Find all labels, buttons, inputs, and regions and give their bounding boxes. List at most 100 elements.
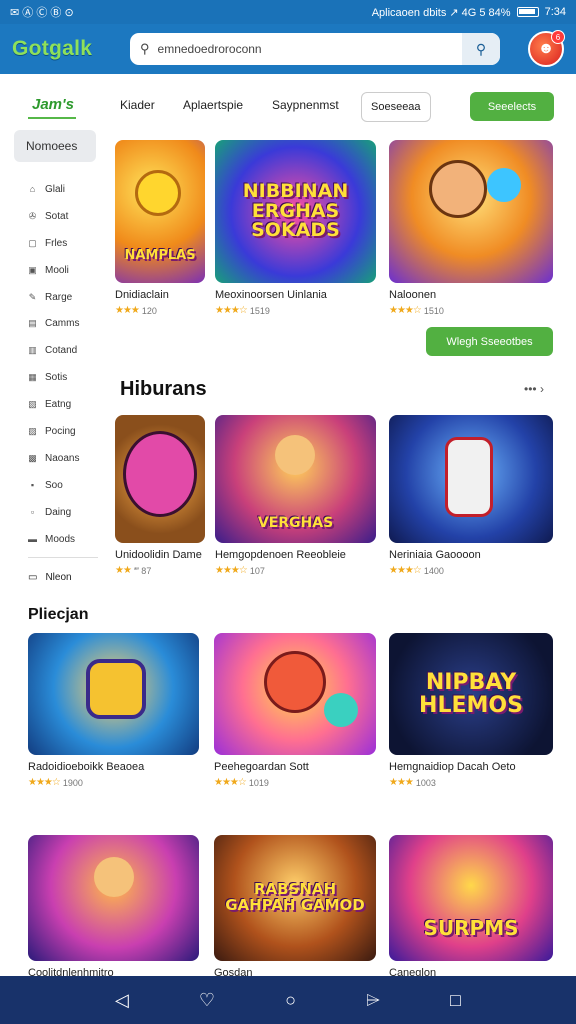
back-icon[interactable]: ◁ [115, 990, 129, 1011]
stars-icon: ★★★☆ [389, 565, 422, 576]
system-navigation-bar: ◁ ♡ ○ ⌲ □ [0, 976, 576, 1024]
sidebar-item[interactable]: ✎ Rarge [28, 284, 98, 311]
search-icon: ⚲ [475, 40, 487, 57]
game-card[interactable]: VERGHAS Hemgopdenoen Reeobleie ★★★☆ 107 [215, 415, 376, 576]
game-card[interactable]: SURPMS Caneglon [389, 835, 553, 980]
recent-apps-icon[interactable]: □ [450, 990, 461, 1011]
category-tabs: Kiader Aplaertspie Saypnenmst Soeseeaa S… [120, 92, 560, 122]
chat-icon[interactable]: ⌲ [366, 990, 380, 1011]
game-card[interactable]: RABSNAH GAHPAH GAMOD Gosdan [214, 835, 376, 980]
stars-icon: ★★★☆ [215, 305, 248, 316]
sidebar-item-icon: ▫ [30, 507, 35, 518]
game-thumbnail[interactable] [28, 835, 199, 961]
stars-icon: ★★★ [115, 305, 140, 316]
app-header: Gotgalk ⚲ emnedoedroroconn ⚲ ☻ 6 [0, 24, 576, 74]
section-more-arrow-icon[interactable]: ••• › [524, 382, 544, 396]
game-name: Meoxinoorsen Uinlania [215, 289, 327, 301]
sidebar-item[interactable]: ▪ Soo [28, 472, 98, 499]
sidebar-item-icon: ▣ [28, 264, 37, 275]
stars-icon: ★★ [115, 565, 132, 576]
search-icon: ⚲ [140, 41, 150, 56]
sidebar-item-active[interactable]: Nomoees [14, 130, 96, 162]
sidebar-item[interactable]: ⌂ Glali [28, 176, 98, 203]
sidebar-item-icon: ✎ [28, 291, 37, 302]
sidebar-item-label: Camms [45, 318, 80, 330]
sidebar-item-label: Rarge [45, 291, 73, 303]
stars-icon: ★★★ [389, 777, 414, 788]
game-name: Dnidiaclain [115, 289, 169, 301]
game-card[interactable]: NIPBAY HLEMOS Hemgnaidiop Dacah Oeto ★★★… [389, 633, 553, 788]
game-thumbnail[interactable] [214, 633, 376, 755]
sidebar-last-label: Nleon [45, 572, 72, 583]
game-thumbnail[interactable]: RABSNAH GAHPAH GAMOD [214, 835, 376, 961]
sidebar-item-label: Cotand [45, 345, 78, 357]
status-network-text: Aplicaoen dbits ↗ 4G 5 84% [371, 6, 511, 19]
game-card[interactable]: NAMPLAS Dnidiaclain ★★★ 120 [115, 140, 205, 316]
sidebar-last-icon: ▭ [28, 572, 38, 583]
sidebar-item[interactable]: ▩ Naoans [28, 445, 98, 472]
game-thumbnail[interactable] [28, 633, 199, 755]
orb-icon [324, 693, 358, 727]
sidebar-item[interactable]: ▬ Moods [28, 526, 98, 553]
tab-4[interactable]: Soeseeaa [361, 92, 431, 122]
status-left: ✉ Ⓐ Ⓒ Ⓑ ⊙ [10, 4, 74, 20]
sidebar-item[interactable]: ▫ Daing [28, 499, 98, 526]
sidebar-item[interactable]: ▣ Mooli [28, 257, 98, 284]
sidebar-item-last[interactable]: ▭ Nleon [28, 572, 72, 583]
sidebar-item[interactable]: ✇ Sotat [28, 203, 98, 230]
tab-1[interactable]: Kiader [120, 98, 155, 112]
rating-value: 1003 [415, 777, 436, 788]
rating-value: 1510 [423, 305, 444, 316]
game-rating: ★★★☆ 1519 [215, 305, 376, 316]
game-name: Hemgnaidiop Dacah Oeto [389, 761, 516, 773]
tab-3[interactable]: Saypnenmst [272, 98, 339, 112]
game-thumbnail[interactable]: SURPMS [389, 835, 553, 961]
tab-2[interactable]: Aplaertspie [183, 98, 243, 112]
sidebar-item[interactable]: ▤ Camms [28, 310, 98, 337]
game-thumbnail[interactable] [389, 140, 553, 283]
game-card[interactable]: NIBBINAN ERGHAS SOKADS Meoxinoorsen Uinl… [215, 140, 376, 316]
game-thumbnail[interactable]: VERGHAS [215, 415, 376, 543]
thumbnail-art-text: NIBBINAN ERGHAS SOKADS [242, 179, 349, 242]
game-thumbnail[interactable]: NIPBAY HLEMOS [389, 633, 553, 755]
sidebar-item[interactable]: ▢ Frles [28, 230, 98, 257]
stars-icon: ★★★☆ [389, 305, 422, 316]
game-card[interactable]: Peehegoardan Sott ★★★☆ 1019 [214, 633, 376, 788]
sidebar-item-label: Pocing [45, 425, 76, 437]
search-bar[interactable]: ⚲ emnedoedroroconn ⚲ [130, 33, 500, 65]
tab-5-button[interactable]: Seeelects [470, 92, 554, 121]
blaster-icon [86, 659, 146, 719]
rating-value: 1900 [62, 777, 83, 788]
app-logo[interactable]: Gotgalk [12, 37, 120, 61]
home-icon[interactable]: ○ [285, 990, 296, 1011]
sidebar-list: ⌂ Glali ✇ Sotat ▢ Frles ▣ Mooli ✎ Rarge ▤ Camms ▥ Cot… [28, 176, 98, 552]
more-games-button[interactable]: Wlegh Sseeotbes [426, 327, 553, 356]
sidebar-item-icon: ▬ [28, 534, 37, 545]
search-button[interactable]: ⚲ [462, 33, 500, 65]
assistant-icon[interactable]: ♡ [199, 990, 215, 1011]
thumbnail-art-text: NAMPLAS [124, 248, 196, 264]
search-input[interactable]: emnedoedroroconn [158, 42, 262, 56]
game-name: Peehegoardan Sott [214, 761, 309, 773]
game-card[interactable]: Coolitdnlenhmitro [28, 835, 199, 980]
game-rating: ★★ ′‴ 87 [115, 565, 205, 576]
game-thumbnail[interactable] [115, 415, 205, 543]
avatar[interactable]: ☻ 6 [528, 30, 565, 67]
sidebar-item[interactable]: ▥ Cotand [28, 337, 98, 364]
game-thumbnail[interactable]: NAMPLAS [115, 140, 205, 283]
sidebar: Jam's Nomoees ⌂ Glali ✇ Sotat ▢ Frles ▣ Mooli ✎ R… [0, 74, 104, 594]
sidebar-item[interactable]: ▧ Eatng [28, 391, 98, 418]
sidebar-item[interactable]: ▨ Pocing [28, 418, 98, 445]
thumbnail-art-text: SURPMS [423, 916, 519, 940]
game-thumbnail[interactable] [389, 415, 553, 543]
sidebar-item[interactable]: ▦ Sotis [28, 364, 98, 391]
game-card[interactable]: Unidoolidin Dame ★★ ′‴ 87 [115, 415, 205, 576]
game-card[interactable]: Radoidioeboikk Beaoea ★★★☆ 1900 [28, 633, 199, 788]
game-card[interactable]: Neriniaia Gaoooon ★★★☆ 1400 [389, 415, 553, 576]
game-thumbnail[interactable]: NIBBINAN ERGHAS SOKADS [215, 140, 376, 283]
game-card[interactable]: Naloonen ★★★☆ 1510 [389, 140, 553, 316]
sidebar-divider [28, 557, 98, 558]
sidebar-item-icon: ▥ [28, 345, 37, 356]
sidebar-item-label: Sotat [45, 210, 69, 222]
character-icon [487, 168, 521, 202]
